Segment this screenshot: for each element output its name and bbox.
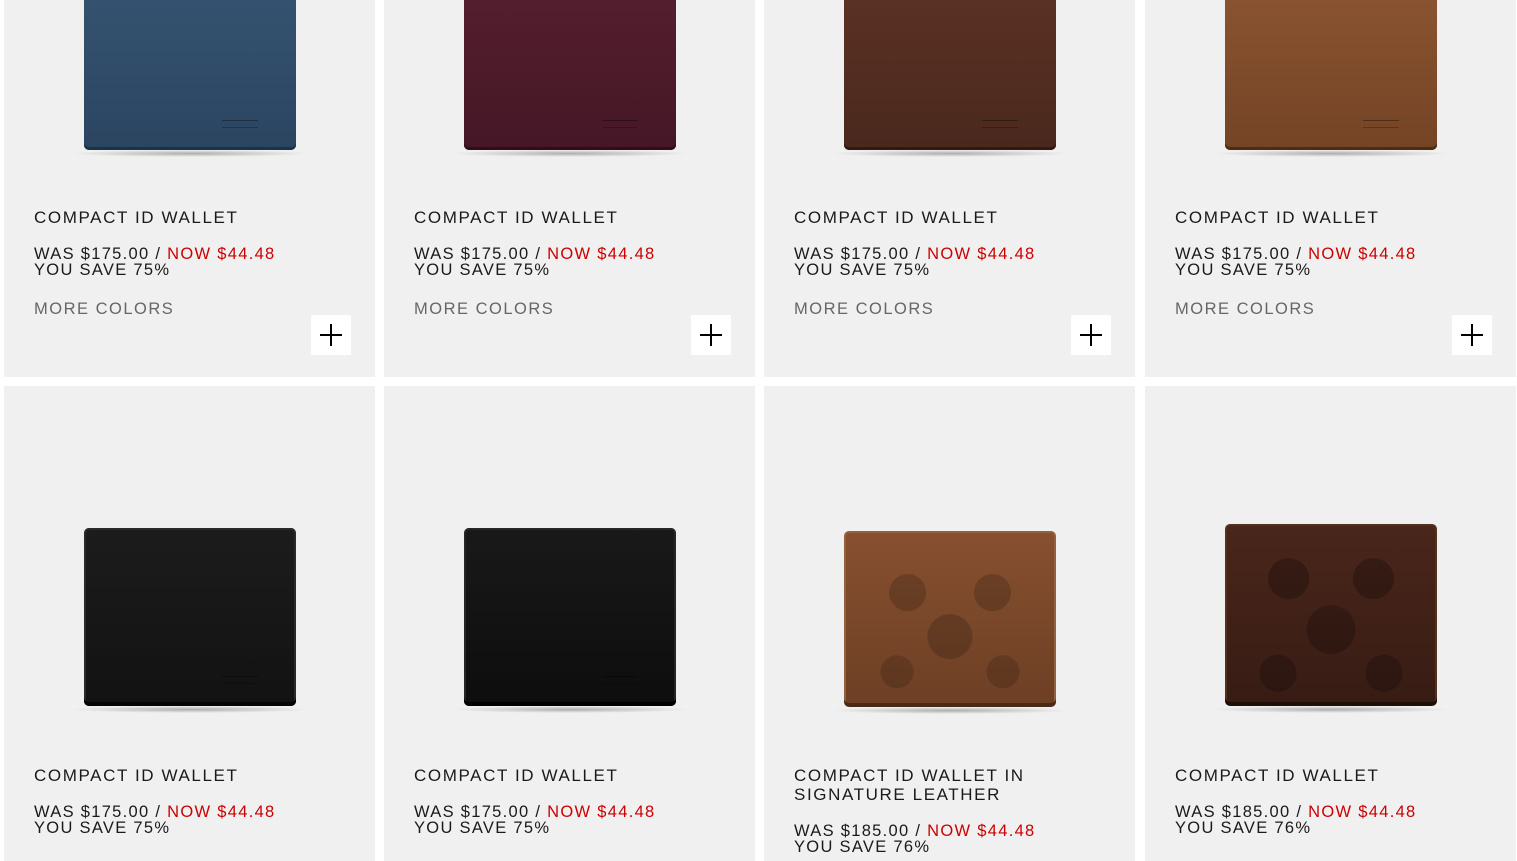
coach-logo: [221, 676, 258, 684]
wallet-shadow: [69, 706, 310, 713]
product-card[interactable]: COMPACT ID WALLET WAS $175.00 / NOW $44.…: [764, 0, 1135, 377]
wallet-image[interactable]: [1210, 524, 1451, 713]
plus-icon: [710, 324, 712, 346]
product-title[interactable]: COMPACT ID WALLET: [1175, 208, 1475, 227]
wallet-image[interactable]: [69, 0, 310, 157]
add-button[interactable]: [1071, 315, 1111, 355]
wallet-image[interactable]: [449, 0, 690, 157]
product-title[interactable]: COMPACT ID WALLET: [414, 208, 714, 227]
now-price: NOW $44.48: [927, 822, 1036, 840]
more-colors-link[interactable]: MORE COLORS: [1175, 300, 1315, 319]
you-save: YOU SAVE 75%: [34, 261, 171, 279]
wallet-body: [83, 528, 296, 706]
add-button[interactable]: [1452, 315, 1492, 355]
wallet-body: [1224, 0, 1437, 150]
wallet-shadow: [449, 150, 690, 157]
product-title[interactable]: COMPACT ID WALLET: [1175, 766, 1475, 785]
product-title[interactable]: COMPACT ID WALLET: [34, 208, 334, 227]
product-card[interactable]: COMPACT ID WALLET WAS $175.00 / NOW $44.…: [384, 0, 755, 377]
you-save: YOU SAVE 75%: [34, 819, 171, 837]
product-card[interactable]: COMPACT ID WALLET WAS $175.00 / NOW $44.…: [4, 386, 375, 861]
wallet-body: [463, 0, 676, 150]
you-save: YOU SAVE 75%: [794, 261, 931, 279]
product-price: WAS $175.00 / NOW $44.48 YOU SAVE 75%: [414, 245, 656, 279]
product-title[interactable]: COMPACT ID WALLET IN SIGNATURE LEATHER: [794, 766, 1044, 804]
product-price: WAS $175.00 / NOW $44.48 YOU SAVE 75%: [794, 245, 1036, 279]
coach-logo: [601, 676, 638, 684]
plus-icon: [330, 324, 332, 346]
product-title[interactable]: COMPACT ID WALLET: [794, 208, 1094, 227]
product-card[interactable]: COMPACT ID WALLET IN SIGNATURE LEATHER W…: [764, 386, 1135, 861]
product-card[interactable]: COMPACT ID WALLET WAS $175.00 / NOW $44.…: [384, 386, 755, 861]
you-save: YOU SAVE 75%: [1175, 261, 1312, 279]
product-price: WAS $185.00 / NOW $44.48 YOU SAVE 76%: [794, 822, 1036, 856]
wallet-shadow: [449, 706, 690, 713]
product-card[interactable]: COMPACT ID WALLET WAS $175.00 / NOW $44.…: [1145, 0, 1516, 377]
add-button[interactable]: [311, 315, 351, 355]
more-colors-link[interactable]: MORE COLORS: [34, 300, 174, 319]
product-price: WAS $175.00 / NOW $44.48 YOU SAVE 75%: [1175, 245, 1417, 279]
plus-icon: [1471, 324, 1473, 346]
wallet-body: [83, 0, 296, 150]
wallet-shadow: [1210, 706, 1451, 713]
wallet-body: [463, 528, 676, 706]
now-price: NOW $44.48: [1308, 245, 1417, 263]
wallet-shadow: [829, 150, 1070, 157]
coach-logo: [221, 120, 258, 128]
product-price: WAS $185.00 / NOW $44.48 YOU SAVE 76%: [1175, 803, 1417, 837]
coach-logo: [1362, 120, 1399, 128]
wallet-body: [1224, 524, 1437, 706]
you-save: YOU SAVE 76%: [794, 838, 931, 856]
now-price: NOW $44.48: [547, 803, 656, 821]
more-colors-link[interactable]: MORE COLORS: [794, 300, 934, 319]
wallet-shadow: [1210, 150, 1451, 157]
product-card[interactable]: COMPACT ID WALLET WAS $175.00 / NOW $44.…: [4, 0, 375, 377]
add-button[interactable]: [691, 315, 731, 355]
wallet-shadow: [829, 707, 1070, 714]
now-price: NOW $44.48: [167, 245, 276, 263]
you-save: YOU SAVE 76%: [1175, 819, 1312, 837]
wallet-image[interactable]: [449, 528, 690, 713]
you-save: YOU SAVE 75%: [414, 819, 551, 837]
wallet-image[interactable]: [69, 528, 310, 713]
plus-icon: [1090, 324, 1092, 346]
product-title[interactable]: COMPACT ID WALLET: [414, 766, 714, 785]
product-price: WAS $175.00 / NOW $44.48 YOU SAVE 75%: [34, 245, 276, 279]
now-price: NOW $44.48: [547, 245, 656, 263]
now-price: NOW $44.48: [1308, 803, 1417, 821]
wallet-body: [843, 0, 1056, 150]
now-price: NOW $44.48: [927, 245, 1036, 263]
product-title[interactable]: COMPACT ID WALLET: [34, 766, 334, 785]
product-price: WAS $175.00 / NOW $44.48 YOU SAVE 75%: [414, 803, 656, 837]
more-colors-link[interactable]: MORE COLORS: [414, 300, 554, 319]
wallet-image[interactable]: [1210, 0, 1451, 157]
wallet-image[interactable]: [829, 0, 1070, 157]
you-save: YOU SAVE 75%: [414, 261, 551, 279]
product-grid: COMPACT ID WALLET WAS $175.00 / NOW $44.…: [0, 0, 1517, 861]
product-price: WAS $175.00 / NOW $44.48 YOU SAVE 75%: [34, 803, 276, 837]
wallet-image[interactable]: [829, 531, 1070, 714]
coach-logo: [981, 120, 1018, 128]
now-price: NOW $44.48: [167, 803, 276, 821]
wallet-shadow: [69, 150, 310, 157]
coach-logo: [601, 120, 638, 128]
product-card[interactable]: COMPACT ID WALLET WAS $185.00 / NOW $44.…: [1145, 386, 1516, 861]
wallet-body: [843, 531, 1056, 707]
